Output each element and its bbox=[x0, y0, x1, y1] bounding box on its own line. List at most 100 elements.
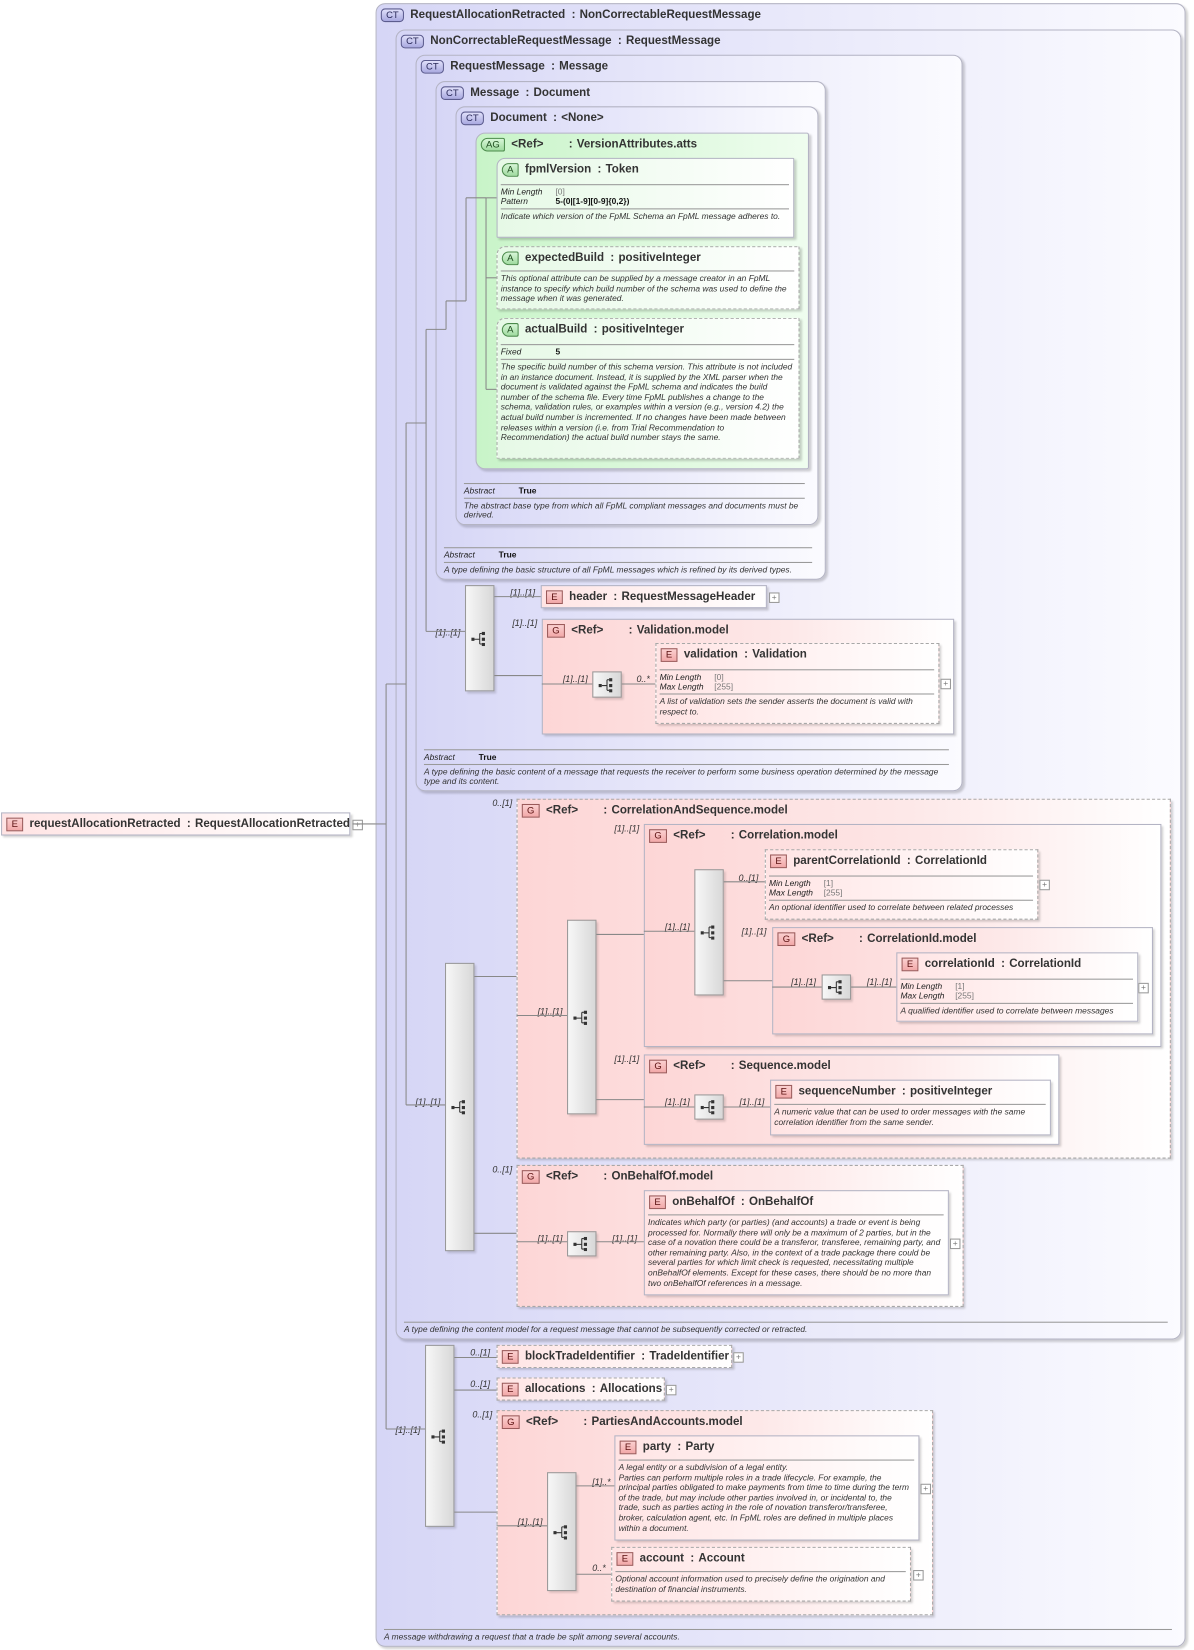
facet-label: Abstract bbox=[463, 485, 495, 496]
facet-row: Abstract True bbox=[464, 486, 805, 495]
sequence-compositor[interactable] bbox=[592, 671, 622, 698]
facet-row: Fixed 5 bbox=[501, 347, 795, 356]
facet-value: [1] bbox=[823, 878, 834, 889]
box-header: CT RequestAllocationRetracted: NonCorrecta… bbox=[377, 4, 1185, 25]
type-separator: : bbox=[525, 86, 530, 99]
facet-label: Min Length bbox=[769, 878, 811, 889]
g-badge-icon: G bbox=[501, 1414, 520, 1429]
expand-button[interactable]: + bbox=[665, 1384, 677, 1396]
facets: Abstract True bbox=[463, 482, 805, 495]
sequence-compositor[interactable] bbox=[567, 1231, 597, 1257]
component-name: correlationId bbox=[924, 957, 995, 971]
box-header: G <Ref>: CorrelationId.model bbox=[773, 928, 1152, 949]
e-badge-icon: E bbox=[770, 853, 787, 868]
documentation: An optional identifier used to correlate… bbox=[769, 899, 1034, 913]
type-separator: : bbox=[603, 1170, 608, 1183]
sequence-compositor[interactable] bbox=[425, 1344, 455, 1527]
component-type: Sequence.model bbox=[738, 1059, 831, 1073]
expand-button[interactable]: + bbox=[920, 1483, 932, 1495]
ct-badge-icon: CT bbox=[380, 7, 404, 22]
expand-button[interactable]: + bbox=[769, 592, 780, 603]
box-body: Min Length [0] Max Length [255] A list of va… bbox=[659, 669, 935, 717]
type-separator: : bbox=[677, 1440, 682, 1454]
facet-value: 5 bbox=[555, 347, 561, 357]
cardinality-label: [1]..[1] bbox=[537, 1005, 563, 1017]
type-separator: : bbox=[690, 1552, 695, 1565]
box-header: AactualBuild: positiveInteger bbox=[498, 319, 799, 340]
expand-button[interactable]: + bbox=[1138, 982, 1149, 994]
sequence-compositor[interactable] bbox=[821, 974, 852, 1000]
component-type: Document bbox=[533, 86, 591, 99]
ct-badge-icon: CT bbox=[460, 111, 484, 125]
box-header: CT NonCorrectableRequestMessage: RequestMe… bbox=[397, 31, 1181, 52]
component-type: RequestMessageHeader bbox=[621, 590, 756, 603]
fpml-version-box[interactable]: AfpmlVersion: Token Min Length [0] Pattern 5-… bbox=[496, 157, 795, 238]
sequence-compositor[interactable] bbox=[444, 962, 475, 1252]
box-header: EparentCorrelationId: CorrelationId bbox=[766, 850, 1037, 871]
box-header: G <Ref>: CorrelationAndSequence.model bbox=[518, 800, 1170, 821]
type-separator: : bbox=[597, 163, 602, 176]
type-separator: : bbox=[617, 34, 622, 48]
box-header: EsequenceNumber: positiveInteger bbox=[771, 1081, 1050, 1102]
expand-button[interactable]: + bbox=[1039, 879, 1050, 891]
component-name: Document bbox=[490, 111, 547, 125]
facet-row: Max Length [255] bbox=[660, 682, 935, 691]
block-trade-identifier-box[interactable]: EblockTradeIdentifier: TradeIdentifier bbox=[496, 1344, 733, 1368]
type-separator: : bbox=[583, 1415, 588, 1428]
expand-button[interactable]: + bbox=[733, 1352, 744, 1363]
type-separator: : bbox=[730, 1059, 735, 1073]
documentation: The abstract base type from which all Fp… bbox=[463, 497, 805, 521]
actual-build-box[interactable]: AactualBuild: positiveInteger Fixed 5 The sp… bbox=[496, 317, 800, 459]
box-header: ErequestAllocationRetracted: RequestAlloc… bbox=[2, 813, 350, 834]
type-separator: : bbox=[641, 1350, 646, 1363]
expand-button[interactable]: + bbox=[913, 1570, 924, 1581]
cardinality-label: [1]..* bbox=[592, 1476, 611, 1487]
sequence-number-box[interactable]: EsequenceNumber: positiveInteger A numeric… bbox=[770, 1079, 1051, 1136]
sequence-compositor[interactable] bbox=[567, 919, 597, 1115]
party-box[interactable]: Eparty: Party A legal entity or a subdivis… bbox=[614, 1435, 920, 1541]
component-name: Message bbox=[470, 86, 520, 99]
cardinality-label: [1]..[1] bbox=[517, 1516, 543, 1527]
allocations-box[interactable]: Eallocations: Allocations bbox=[496, 1377, 665, 1401]
component-name: allocations bbox=[524, 1382, 586, 1396]
component-type: VersionAttributes.atts bbox=[576, 137, 698, 151]
cardinality-label: 0..* bbox=[592, 1562, 606, 1574]
account-box[interactable]: Eaccount: Account Optional account informa… bbox=[611, 1546, 912, 1602]
root-box[interactable]: ErequestAllocationRetracted: RequestAlloc… bbox=[1, 812, 351, 836]
sequence-compositor[interactable] bbox=[694, 869, 724, 996]
g-badge-icon: G bbox=[521, 1169, 540, 1184]
correlation-id-box[interactable]: EcorrelationId: CorrelationId Min Length [1… bbox=[896, 952, 1139, 1022]
e-badge-icon: E bbox=[501, 1382, 519, 1396]
box-header: AexpectedBuild: positiveInteger bbox=[498, 247, 799, 268]
box-header: CT Message: Document bbox=[437, 82, 825, 103]
validation-box[interactable]: Evalidation: Validation Min Length [0] Max L… bbox=[655, 642, 940, 724]
component-name: expectedBuild bbox=[524, 251, 605, 265]
component-type: positiveInteger bbox=[601, 323, 685, 336]
component-name: <Ref> bbox=[801, 932, 834, 945]
g-badge-icon: G bbox=[649, 828, 667, 843]
cardinality-label: [1]..[1] bbox=[510, 587, 536, 598]
component-name: requestAllocationRetracted bbox=[29, 817, 181, 831]
parent-correlation-id-box[interactable]: EparentCorrelationId: CorrelationId Min Le… bbox=[764, 849, 1039, 920]
component-type: RequestMessage bbox=[626, 34, 721, 48]
type-separator: : bbox=[610, 251, 615, 265]
sequence-compositor[interactable] bbox=[694, 1094, 724, 1120]
cardinality-label: 0..[1] bbox=[470, 1378, 491, 1390]
documentation: A qualified identifier used to correlate… bbox=[900, 1002, 1134, 1016]
sequence-compositor[interactable] bbox=[547, 1472, 577, 1592]
expand-button[interactable]: + bbox=[949, 1238, 961, 1250]
a-badge-icon: A bbox=[501, 250, 519, 265]
facet-value: 5-(0|[1-9][0-9]{0,2}) bbox=[555, 196, 630, 207]
facet-label: Fixed bbox=[500, 347, 522, 357]
sequence-compositor[interactable] bbox=[464, 585, 495, 692]
facet-row: Abstract True bbox=[424, 752, 949, 761]
facet-value: [255] bbox=[955, 991, 974, 1001]
component-name: header bbox=[569, 590, 608, 603]
expected-build-box[interactable]: AexpectedBuild: positiveInteger This optio… bbox=[496, 246, 800, 310]
on-behalf-of-box[interactable]: EonBehalfOf: OnBehalfOf Indicates which pa… bbox=[643, 1190, 949, 1296]
header-box[interactable]: Eheader: RequestMessageHeader bbox=[540, 585, 767, 609]
component-type: OnBehalfOf.model bbox=[611, 1170, 714, 1183]
expand-button[interactable]: + bbox=[940, 678, 952, 690]
expand-button[interactable]: + bbox=[352, 819, 363, 831]
facet-value: [255] bbox=[714, 681, 734, 692]
